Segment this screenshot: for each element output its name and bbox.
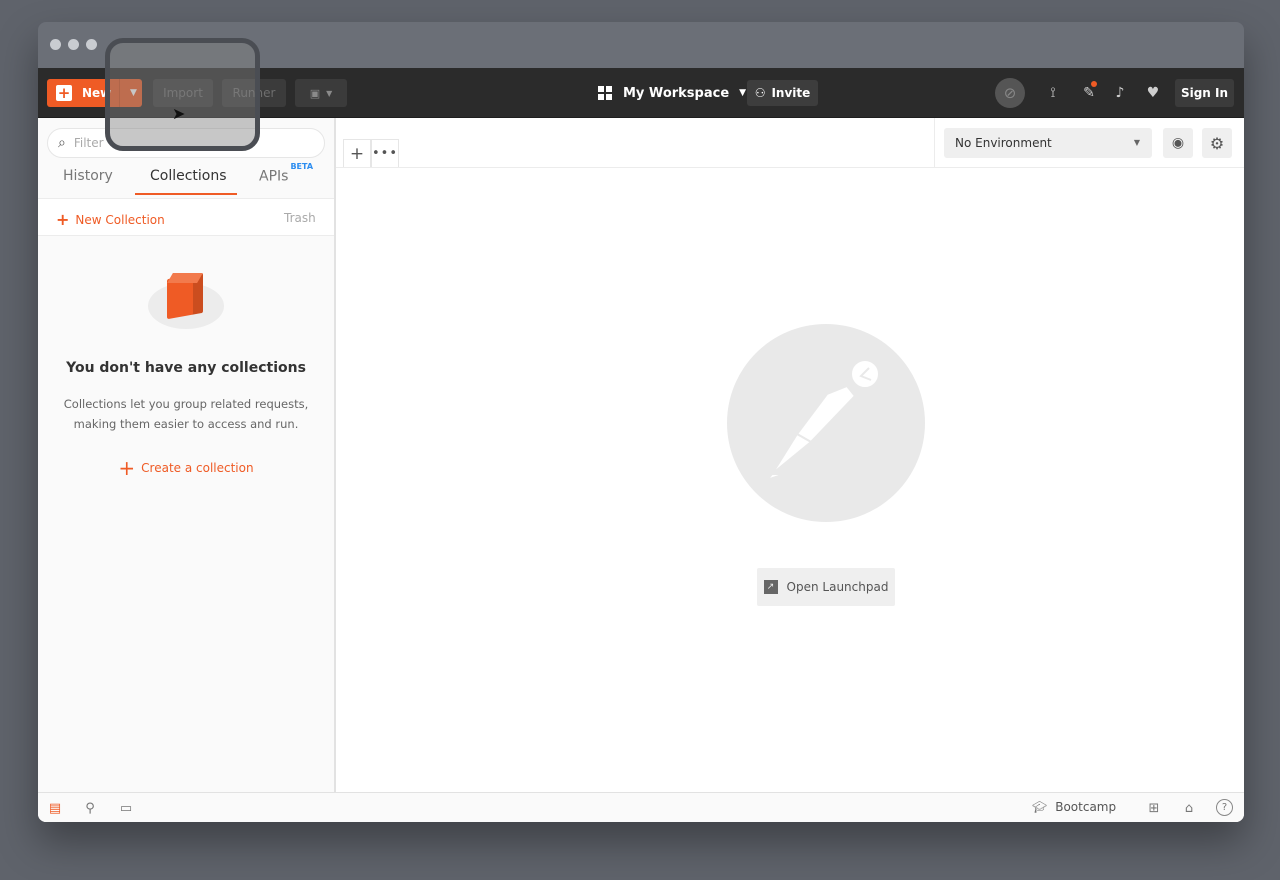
invite-button[interactable]: ⚇ Invite <box>747 80 818 106</box>
highlight-ring <box>105 38 260 151</box>
box-illustration-icon <box>148 272 224 335</box>
new-collection-button[interactable]: + New Collection <box>56 210 165 229</box>
window-minimize-dot[interactable] <box>68 39 79 50</box>
toggle-sidebar-icon[interactable]: ▤ <box>46 799 64 817</box>
plus-icon: + <box>56 83 72 102</box>
request-tab-strip: + ••• <box>336 118 934 168</box>
open-launchpad-button[interactable]: ↗ Open Launchpad <box>757 568 895 606</box>
tab-apis[interactable]: APIsBETA <box>259 162 313 185</box>
new-collection-label: New Collection <box>75 212 165 227</box>
two-pane-layout-icon[interactable]: ⊞ <box>1145 799 1163 817</box>
invite-label: Invite <box>771 86 811 100</box>
add-user-icon: ⚇ <box>754 86 766 100</box>
collection-actions-bar: + New Collection Trash <box>38 198 334 236</box>
bell-icon[interactable]: ♪ <box>1109 82 1131 104</box>
window-zoom-dot[interactable] <box>86 39 97 50</box>
create-collection-link[interactable]: + Create a collection <box>118 456 253 480</box>
sidebar-tabs: History Collections APIsBETA <box>38 162 334 196</box>
environment-bar: No Environment ▼ ◉ ⚙ <box>934 118 1244 168</box>
new-tab-button[interactable]: + <box>343 139 371 167</box>
postman-logo-icon <box>727 324 925 522</box>
window-close-dot[interactable] <box>50 39 61 50</box>
eye-icon[interactable]: ◉ <box>1163 128 1193 158</box>
find-icon[interactable]: ⚲ <box>81 799 99 817</box>
plus-icon: + <box>118 456 136 480</box>
browse-icon[interactable]: ⌂ <box>1180 799 1198 817</box>
sync-status-icon[interactable]: ⊘ <box>995 78 1025 108</box>
chevron-down-icon: ▼ <box>326 88 333 98</box>
tab-apis-label: APIs <box>259 168 289 185</box>
launchpad-icon: ↗ <box>763 580 778 594</box>
app-frame: + New ▼ Import Runner ▣ ▼ My Workspace ▼… <box>38 68 1244 822</box>
environment-select[interactable]: No Environment ▼ <box>944 128 1152 158</box>
satellite-icon[interactable]: ⟟ <box>1042 82 1064 104</box>
graduation-cap-icon: 🎓︎ <box>1032 800 1048 814</box>
empty-description-line: Collections let you group related reques… <box>63 397 309 411</box>
bootcamp-button[interactable]: 🎓︎ Bootcamp <box>1032 800 1116 814</box>
console-icon[interactable]: ▭ <box>117 799 135 817</box>
status-bar: ▤ ⚲ ▭ 🎓︎ Bootcamp ⊞ ⌂ ? <box>38 792 1244 822</box>
plus-icon: + <box>56 210 70 229</box>
trash-link[interactable]: Trash <box>284 211 316 225</box>
main-workspace: + ••• No Environment ▼ ◉ ⚙ ↗ Open Launch… <box>336 118 1244 792</box>
chevron-down-icon: ▼ <box>1133 138 1140 147</box>
grid-icon <box>598 86 612 100</box>
new-window-icon: ▣ <box>309 86 321 100</box>
sign-in-button[interactable]: Sign In <box>1175 79 1234 107</box>
tab-collections[interactable]: Collections <box>150 168 227 184</box>
help-icon[interactable]: ? <box>1216 799 1233 816</box>
search-icon: ⌕ <box>58 135 66 151</box>
workspace-switcher[interactable]: My Workspace ▼ <box>598 81 746 105</box>
gear-icon[interactable]: ⚙ <box>1202 128 1232 158</box>
tab-history[interactable]: History <box>63 168 113 184</box>
empty-description: Collections let you group related reques… <box>61 394 311 434</box>
environment-value: No Environment <box>955 136 1052 150</box>
heart-icon[interactable]: ♥ <box>1142 82 1164 104</box>
chevron-down-icon: ▼ <box>739 88 747 98</box>
create-collection-label: Create a collection <box>141 461 254 475</box>
bootcamp-label: Bootcamp <box>1055 800 1117 814</box>
workspace-label: My Workspace <box>623 85 730 101</box>
sidebar: ⌕ History Collections APIsBETA + New Col… <box>38 118 336 792</box>
tab-options-button[interactable]: ••• <box>371 139 399 167</box>
empty-description-line: making them easier to access and run. <box>73 417 299 431</box>
new-window-button[interactable]: ▣ ▼ <box>295 79 347 107</box>
empty-collections-state: You don't have any collections Collectio… <box>38 272 334 480</box>
active-tab-indicator <box>135 193 237 195</box>
launchpad-label: Open Launchpad <box>786 580 889 594</box>
empty-title: You don't have any collections <box>66 360 306 376</box>
update-dot <box>1091 81 1097 87</box>
mouse-pointer-icon: ➤ <box>172 104 186 123</box>
beta-badge: BETA <box>290 162 314 171</box>
